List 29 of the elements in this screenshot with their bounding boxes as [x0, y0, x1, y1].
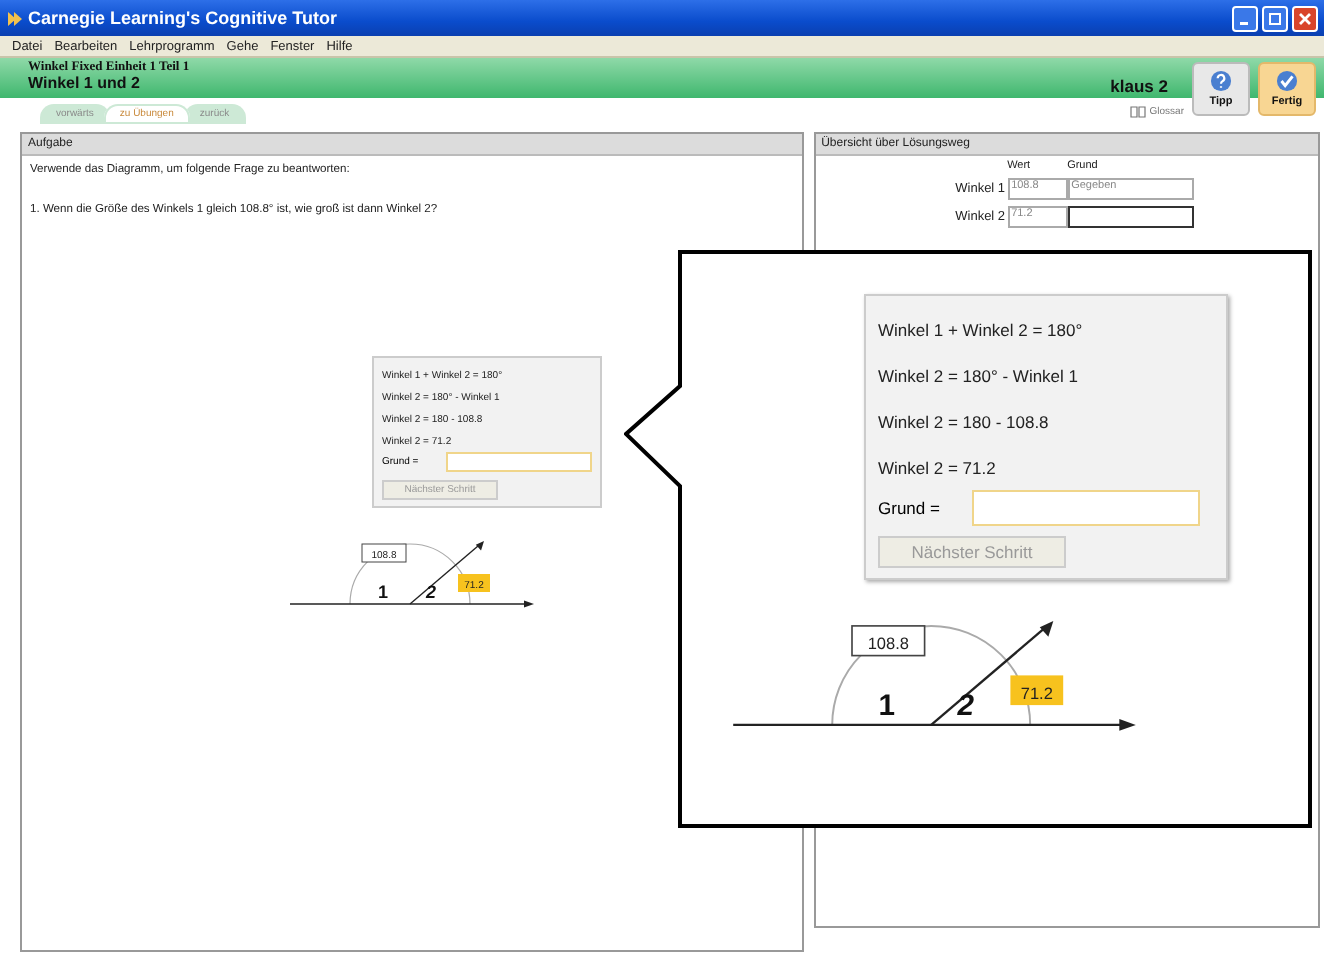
equation-step: Winkel 2 = 180° - Winkel 1 [878, 352, 1214, 398]
next-step-button[interactable]: Nächster Schritt [878, 536, 1066, 568]
angle-number: 2 [426, 582, 437, 602]
ray-arrow [409, 541, 484, 605]
window-title: Carnegie Learning's Cognitive Tutor [28, 8, 337, 28]
close-icon [1298, 11, 1312, 25]
angle-value-label: 108.8 [851, 625, 926, 657]
app-icon [6, 9, 22, 27]
maximize-button[interactable] [1262, 5, 1288, 31]
reason-input-field[interactable] [446, 452, 592, 472]
reason-field[interactable] [1067, 206, 1194, 228]
question-icon [1210, 70, 1232, 92]
maximize-icon [1268, 11, 1282, 25]
reason-label: Grund = [878, 498, 942, 518]
user-name: klaus 2 [1110, 76, 1168, 96]
equation-step: Winkel 2 = 71.2 [878, 444, 1214, 490]
ray-arrow [930, 620, 1054, 726]
lesson-title: Winkel 1 und 2 [28, 74, 142, 92]
checkmark-icon [1276, 70, 1298, 92]
minimize-button[interactable] [1232, 5, 1258, 31]
angle-number: 1 [378, 582, 389, 602]
equation-step: Winkel 2 = 180 - 108.8 [878, 398, 1214, 444]
reason-input-field[interactable] [972, 490, 1200, 526]
angle-number: 2 [957, 691, 975, 723]
close-button[interactable] [1292, 5, 1318, 31]
book-icon [1129, 106, 1146, 118]
angle-number: 1 [878, 691, 895, 723]
angle-value-label: 71.2 [1010, 675, 1064, 706]
equation-step: Winkel 1 + Winkel 2 = 180° [878, 306, 1214, 352]
